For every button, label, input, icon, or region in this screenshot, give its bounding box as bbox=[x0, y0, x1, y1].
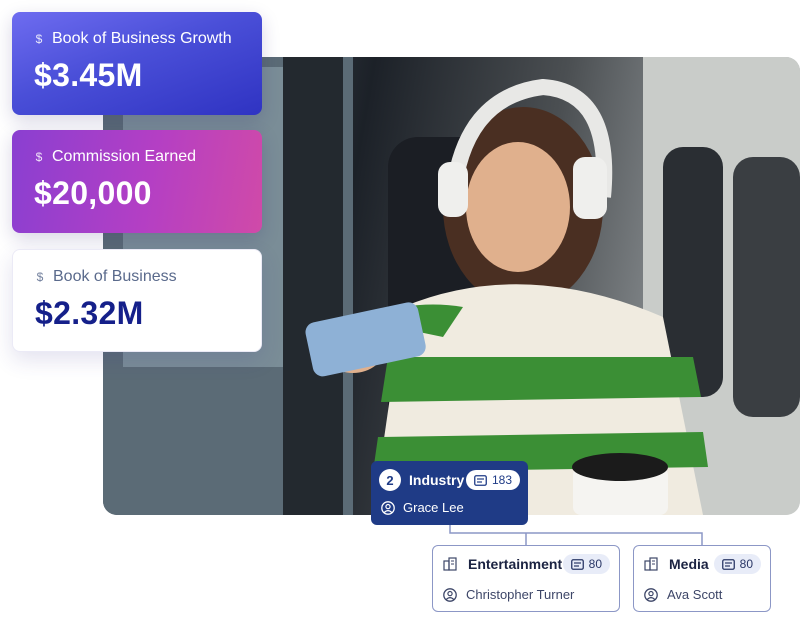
metric-label: Book of Business bbox=[53, 268, 177, 285]
count-value: 80 bbox=[739, 557, 753, 571]
building-icon bbox=[443, 557, 457, 571]
document-icon bbox=[474, 474, 487, 486]
count-pill: 80 bbox=[562, 554, 610, 574]
person-name: Ava Scott bbox=[667, 587, 723, 602]
metric-value: $3.45M bbox=[34, 57, 143, 93]
metric-card-commission: $ Commission Earned $20,000 bbox=[12, 130, 262, 233]
building-icon bbox=[644, 557, 658, 571]
count-pill: 183 bbox=[465, 470, 520, 490]
level-badge: 2 bbox=[379, 469, 401, 491]
metric-label: Commission Earned bbox=[52, 148, 197, 165]
dollar-icon: $ bbox=[36, 270, 44, 284]
tree-node-entertainment[interactable]: Entertainment 80 Christopher Turner bbox=[432, 545, 620, 612]
metric-card-book-of-business: $ Book of Business $2.32M bbox=[12, 249, 262, 352]
metric-label: Book of Business Growth bbox=[52, 30, 232, 47]
tree-node-industry[interactable]: 2 Industry 183 Grace Lee bbox=[371, 461, 528, 525]
metric-value: $2.32M bbox=[35, 295, 144, 331]
user-icon bbox=[443, 587, 457, 602]
count-pill: 80 bbox=[713, 554, 761, 574]
document-icon bbox=[570, 558, 584, 570]
metric-card-growth: $ Book of Business Growth $3.45M bbox=[12, 12, 262, 115]
user-icon bbox=[381, 500, 395, 515]
dollar-icon: $ bbox=[35, 150, 43, 164]
person-name: Grace Lee bbox=[403, 500, 464, 515]
metric-value: $20,000 bbox=[34, 175, 152, 211]
dollar-icon: $ bbox=[35, 32, 43, 46]
node-title: Industry bbox=[409, 472, 465, 488]
user-icon bbox=[644, 587, 658, 602]
document-icon bbox=[721, 558, 735, 570]
count-value: 183 bbox=[491, 473, 512, 487]
person-name: Christopher Turner bbox=[466, 587, 575, 602]
node-title: Entertainment bbox=[468, 556, 563, 572]
tree-node-media[interactable]: Media 80 Ava Scott bbox=[633, 545, 771, 612]
tree-connector bbox=[449, 525, 703, 545]
node-title: Media bbox=[669, 556, 709, 572]
count-value: 80 bbox=[588, 557, 602, 571]
